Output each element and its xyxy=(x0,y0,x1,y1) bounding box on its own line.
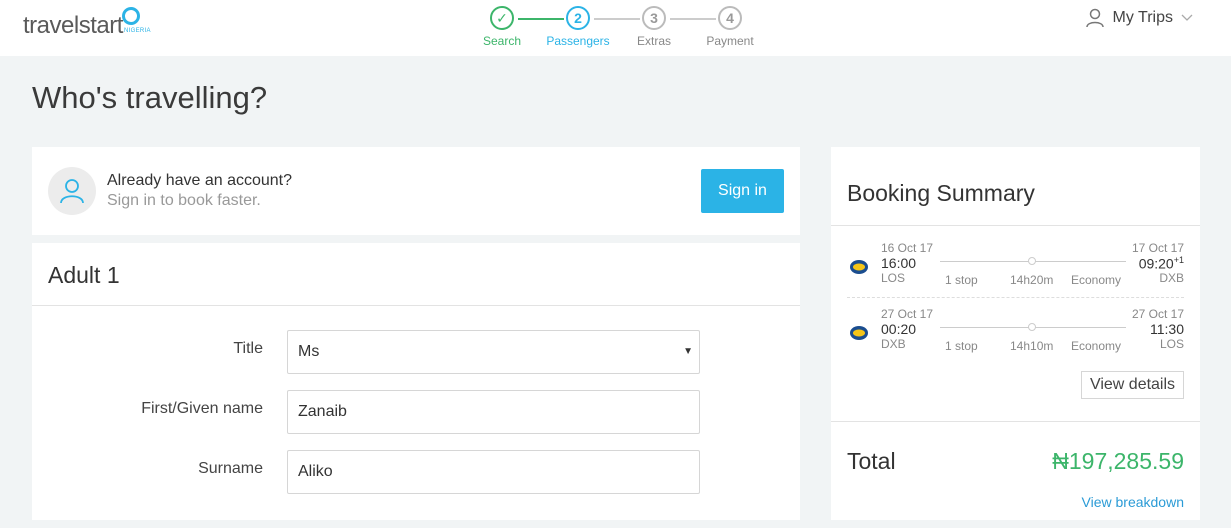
title-label: Title xyxy=(233,340,263,357)
divider xyxy=(831,421,1200,422)
page-title: Who's travelling? xyxy=(32,80,268,115)
departure-date: 27 Oct 17 xyxy=(881,307,934,321)
stop-dot xyxy=(1028,323,1036,331)
logo-country: NIGERIA xyxy=(124,28,151,34)
surname-input[interactable]: Aliko xyxy=(287,450,700,494)
arrival-airport: LOS xyxy=(1159,337,1184,351)
departure-airport: LOS xyxy=(881,271,906,285)
booking-summary-card: Booking Summary 16 Oct 17 16:00 LOS 1 st… xyxy=(831,147,1200,520)
progress-steps: ✓ Search 2 Passengers 3 Extras 4 Payment xyxy=(478,6,768,52)
step-number: 3 xyxy=(642,6,666,30)
caret-down-icon: ▼ xyxy=(683,346,693,357)
departure-time: 16:00 xyxy=(881,255,917,271)
cabin-class: Economy xyxy=(1071,339,1122,353)
user-icon xyxy=(1085,8,1104,28)
arrival-airport: DXB xyxy=(1159,271,1184,285)
my-trips-menu[interactable]: My Trips xyxy=(1085,8,1193,28)
stop-dot xyxy=(1028,257,1036,265)
cabin-class: Economy xyxy=(1071,273,1122,287)
arrival-time: 11:30 xyxy=(1150,321,1184,337)
arrival-time: 09:20+1 xyxy=(1139,255,1184,272)
airline-logo-icon xyxy=(850,326,868,340)
surname-label: Surname xyxy=(198,460,263,477)
step-extras: 3 Extras xyxy=(614,6,694,48)
step-label: Payment xyxy=(706,34,754,48)
view-breakdown-link[interactable]: View breakdown xyxy=(1082,494,1184,510)
step-passengers[interactable]: 2 Passengers xyxy=(538,6,618,48)
signin-card: Already have an account? Sign in to book… xyxy=(32,147,800,235)
total-price: ₦197,285.59 xyxy=(1052,448,1184,474)
step-check-icon: ✓ xyxy=(490,6,514,30)
signin-subtext: Sign in to book faster. xyxy=(107,192,261,209)
day-offset: +1 xyxy=(1173,255,1184,265)
title-select[interactable]: Ms ▼ xyxy=(287,330,700,374)
logo-wordmark: travelstart xyxy=(23,12,123,39)
logo-ring-icon xyxy=(122,7,140,25)
step-label: Extras xyxy=(636,34,671,48)
total-label: Total xyxy=(847,448,896,474)
first-name-input[interactable]: Zanaib xyxy=(287,390,700,434)
summary-title: Booking Summary xyxy=(847,180,1035,206)
step-number: 2 xyxy=(566,6,590,30)
view-details-button[interactable]: View details xyxy=(1081,371,1184,399)
first-name-label: First/Given name xyxy=(141,400,263,417)
arrival-date: 27 Oct 17 xyxy=(1131,307,1184,321)
step-label: Search xyxy=(482,34,522,48)
departure-airport: DXB xyxy=(881,337,906,351)
flight-segment-outbound: 16 Oct 17 16:00 LOS 1 stop 14h20m Econom… xyxy=(847,241,1184,301)
duration: 14h20m xyxy=(1010,273,1054,287)
departure-date: 16 Oct 17 xyxy=(881,241,934,255)
step-search[interactable]: ✓ Search xyxy=(462,6,542,48)
adult-passenger-card: Adult 1 Title Ms ▼ First/Given name Zana… xyxy=(32,243,800,520)
my-trips-label: My Trips xyxy=(1112,9,1173,26)
step-label: Passengers xyxy=(546,34,610,48)
divider xyxy=(32,305,800,306)
flight-separator xyxy=(847,297,1184,298)
step-payment: 4 Payment xyxy=(690,6,770,48)
sign-in-button[interactable]: Sign in xyxy=(701,169,784,213)
user-icon xyxy=(60,179,84,204)
departure-time: 00:20 xyxy=(881,321,917,337)
top-header: travelstart NIGERIA ✓ Search 2 Passenger… xyxy=(0,0,1231,56)
duration: 14h10m xyxy=(1010,339,1054,353)
flight-segment-return: 27 Oct 17 00:20 DXB 1 stop 14h10m Econom… xyxy=(847,307,1184,367)
title-select-value: Ms xyxy=(298,343,320,360)
airline-logo-icon xyxy=(850,260,868,274)
stops: 1 stop xyxy=(945,273,978,287)
chevron-down-icon xyxy=(1181,14,1193,21)
stops: 1 stop xyxy=(945,339,978,353)
signin-prompt: Already have an account? xyxy=(107,172,293,189)
arrival-date: 17 Oct 17 xyxy=(1131,241,1184,255)
divider xyxy=(831,225,1200,226)
arrival-time-value: 09:20 xyxy=(1138,255,1174,272)
step-number: 4 xyxy=(718,6,742,30)
avatar xyxy=(48,167,96,215)
passenger-heading: Adult 1 xyxy=(48,262,120,288)
